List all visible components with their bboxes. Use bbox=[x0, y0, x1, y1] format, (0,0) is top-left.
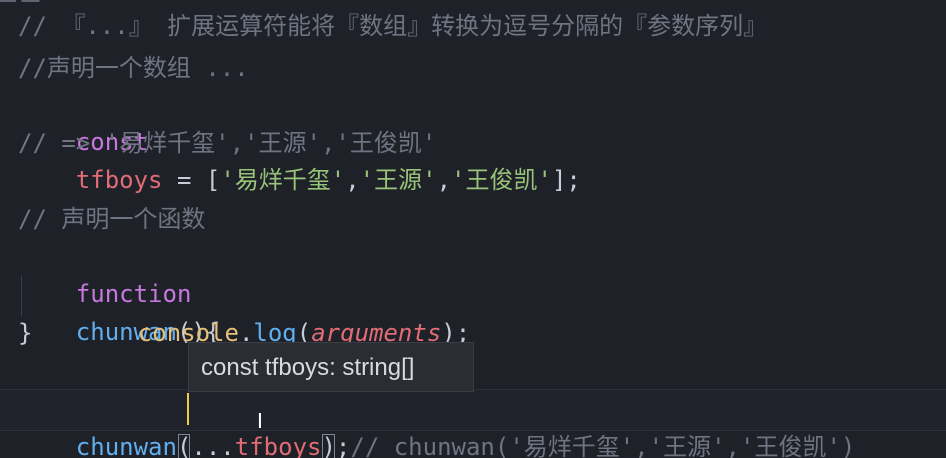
array-open-bracket: [ bbox=[205, 166, 221, 194]
code-line-function-chunwan: function chunwan(){ bbox=[18, 237, 221, 346]
spread-operator: ... bbox=[191, 433, 235, 458]
tfboys-argument-tail: s bbox=[307, 433, 322, 458]
code-line-const-tfboys: const tfboys = ['易烊千玺','王源','王俊凯']; bbox=[18, 85, 581, 194]
code-line-console-log: console.log(arguments); bbox=[80, 276, 470, 347]
matching-close-paren: ) bbox=[321, 433, 336, 458]
text-cursor-icon: I bbox=[257, 409, 263, 433]
statement-semicolon: ; bbox=[335, 433, 351, 458]
string-wang-jun-kai: '王俊凯' bbox=[451, 166, 552, 194]
comma-separator: , bbox=[345, 166, 360, 194]
code-line-chunwan-call: chunwan(...tfboys);// chunwan('易烊千玺','王源… bbox=[18, 390, 855, 458]
string-wang-yuan: '王源' bbox=[359, 166, 437, 194]
clipped-code-fragment bbox=[0, 0, 90, 2]
code-line-function-close: } bbox=[18, 319, 33, 347]
comment-call-result: // chunwan('易烊千玺','王源','王俊凯') bbox=[350, 433, 856, 458]
indent-guide bbox=[21, 276, 22, 316]
text-cursor bbox=[187, 393, 189, 425]
comment-line-declare-function: // 声明一个函数 bbox=[18, 205, 206, 233]
comment-line-array-result: // => '易烊千玺','王源','王俊凯' bbox=[18, 129, 437, 157]
string-yi-yang-qian-xi: '易烊千玺' bbox=[220, 166, 346, 194]
assignment-operator: = bbox=[162, 166, 206, 194]
chunwan-call-name: chunwan bbox=[75, 433, 177, 458]
array-close-bracket: ]; bbox=[551, 166, 581, 194]
comma-separator: , bbox=[436, 166, 452, 194]
type-hover-tooltip: const tfboys: string[] bbox=[188, 342, 474, 392]
tfboys-variable: tfboys bbox=[75, 166, 163, 194]
comment-line-declare-array: //声明一个数组 ... bbox=[18, 54, 249, 82]
comment-line-spread-description: // 『...』 扩展运算符能将『数组』转换为逗号分隔的『参数序列』 bbox=[18, 12, 768, 40]
code-editor[interactable]: // 『...』 扩展运算符能将『数组』转换为逗号分隔的『参数序列』 //声明一… bbox=[0, 0, 946, 458]
matching-open-paren: ( bbox=[177, 433, 191, 458]
tfboys-argument: tfboy bbox=[234, 433, 308, 458]
